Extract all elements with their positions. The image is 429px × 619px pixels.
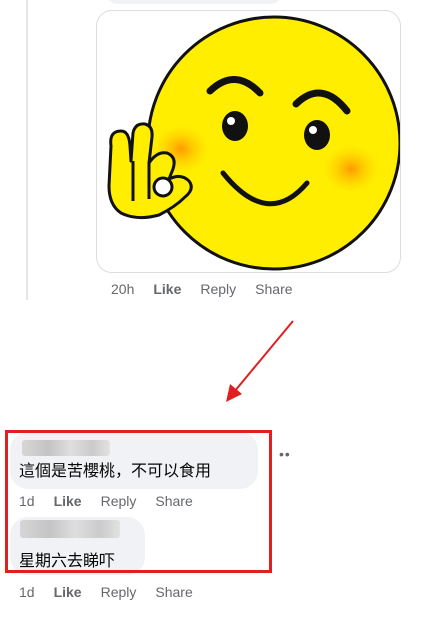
red-annotation-arrow — [226, 320, 294, 402]
like-button[interactable]: Like — [153, 281, 181, 297]
more-options-icon[interactable]: •• — [279, 446, 291, 462]
right-eye — [304, 120, 330, 150]
comment-actions: 1d Like Reply Share — [19, 584, 212, 600]
share-button[interactable]: Share — [255, 281, 292, 297]
left-eye — [222, 111, 248, 141]
reply-button[interactable]: Reply — [200, 281, 236, 297]
ok-hand-smiley-sticker — [107, 15, 400, 271]
reply-button[interactable]: Reply — [101, 584, 137, 600]
right-blush — [323, 145, 379, 193]
thread-line — [26, 0, 28, 300]
sticker-reply-actions: 20h Like Reply Share — [111, 281, 312, 297]
share-button[interactable]: Share — [155, 584, 192, 600]
timestamp[interactable]: 1d — [19, 584, 35, 600]
highlight-box — [5, 430, 272, 573]
like-button[interactable]: Like — [54, 584, 82, 600]
timestamp[interactable]: 20h — [111, 281, 134, 297]
sticker-attachment[interactable] — [96, 10, 401, 273]
previous-comment-bubble-edge — [104, 0, 284, 4]
